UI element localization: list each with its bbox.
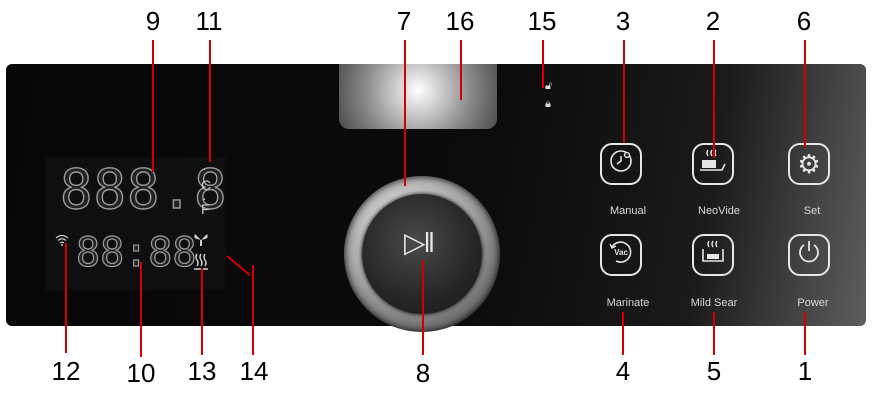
manual-button[interactable]: [600, 143, 642, 185]
callout-line: [460, 40, 462, 100]
mild-sear-icon: [699, 239, 727, 271]
gear-icon: ⚙: [797, 149, 821, 179]
callout-number: 9: [145, 6, 161, 36]
callout-line: [65, 243, 67, 353]
callout-number: 12: [51, 356, 81, 386]
marinate-button[interactable]: Vac: [600, 234, 642, 276]
top-display-light: [339, 64, 497, 129]
callout-number: 8: [415, 358, 431, 388]
mild-sear-label: Mild Sear: [690, 297, 738, 309]
callout-number: 6: [796, 6, 812, 36]
callout-number: 4: [615, 356, 631, 386]
manual-icon: [608, 148, 634, 180]
mild-sear-button[interactable]: [692, 234, 734, 276]
callout-number: 13: [187, 356, 217, 386]
callout-line: [201, 268, 203, 355]
callout-line: [623, 40, 625, 143]
callout-number: 14: [239, 356, 269, 386]
neovide-label: NeoVide: [698, 205, 740, 217]
callout-line: [152, 40, 154, 172]
callout-number: 3: [615, 6, 631, 36]
callout-number: 15: [527, 6, 557, 36]
set-label: Set: [803, 205, 821, 217]
play-pause-icon: ▷‖: [404, 227, 435, 258]
callout-line: [713, 312, 715, 355]
power-button[interactable]: [788, 234, 830, 276]
callout-number: 7: [396, 6, 412, 36]
callout-line: [713, 40, 715, 158]
callout-number: 5: [706, 356, 722, 386]
lock-icon: 🔒︎: [545, 98, 551, 110]
callout-number: 16: [445, 6, 475, 36]
dot-indicator: ·: [202, 160, 207, 176]
callout-number: 1: [797, 356, 813, 386]
callout-line: [404, 40, 406, 186]
callout-number: 2: [705, 6, 721, 36]
unit-fahrenheit: F: [201, 201, 210, 217]
time-display: 88:88: [75, 230, 197, 276]
marinate-label: Marinate: [606, 297, 650, 309]
callout-line: [622, 312, 624, 355]
callout-line: [252, 265, 254, 355]
fan-icon: [193, 232, 209, 251]
vac-icon: Vac: [607, 238, 635, 272]
callout-line: [209, 40, 211, 162]
callout-number: 10: [126, 358, 156, 388]
power-label: Power: [797, 297, 829, 309]
callout-line: [422, 260, 424, 355]
callout-line: [804, 40, 806, 148]
manual-label: Manual: [609, 205, 647, 217]
callout-line: [140, 262, 142, 357]
set-button[interactable]: ⚙: [788, 143, 830, 185]
unlock-icon: 🔓︎: [545, 80, 553, 92]
callout-line: [542, 40, 544, 88]
svg-text:Vac: Vac: [614, 248, 628, 257]
callout-line: [804, 312, 806, 355]
power-icon: [796, 239, 822, 271]
callout-number: 11: [195, 6, 223, 36]
